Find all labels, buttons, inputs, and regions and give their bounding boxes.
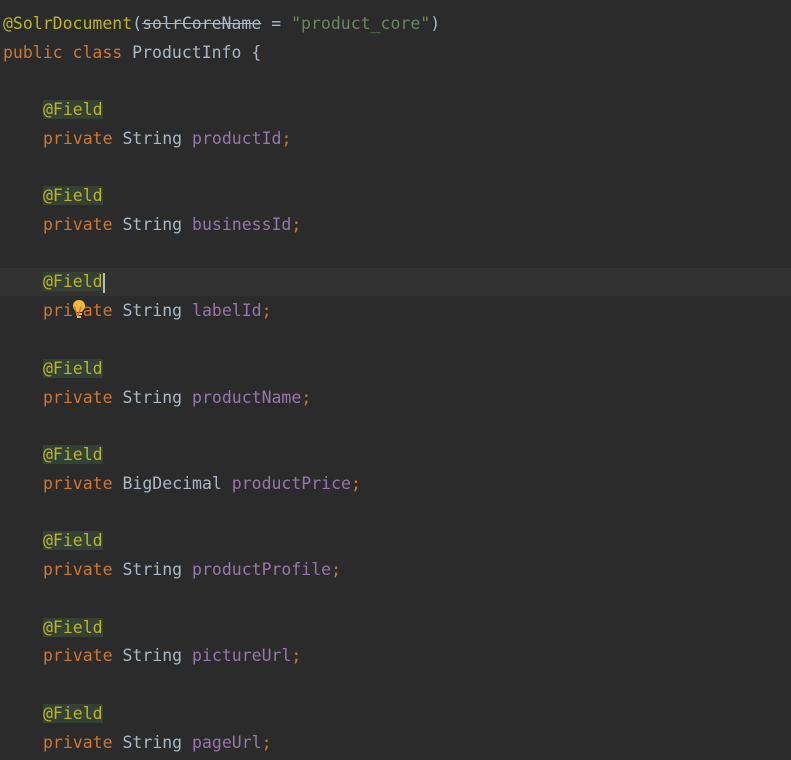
private-keyword: private [43,733,113,752]
field-type: String [122,215,183,234]
field-type: String [122,733,183,752]
field-type: String [122,129,183,148]
code-line-field-annotation[interactable]: @Field [0,182,791,210]
semicolon: ; [281,129,292,148]
code-line-field-declaration[interactable]: private String productProfile; [0,556,791,584]
open-paren: ( [132,14,143,33]
field-type: String [122,560,183,579]
private-keyword: private [43,301,113,320]
code-line-field-annotation-current[interactable]: @Field [0,268,791,318]
field-annotation: @Field [43,445,103,464]
code-line-field-annotation[interactable]: @Field [0,614,791,642]
field-annotation: @Field [43,531,103,550]
semicolon: ; [301,388,312,407]
field-type: String [122,646,183,665]
code-line-field-declaration[interactable]: private String pictureUrl; [0,642,791,670]
code-line-field-annotation[interactable]: @Field [0,700,791,728]
field-type: String [122,301,183,320]
field-name: productPrice [231,474,351,493]
class-name: ProductInfo [132,43,242,62]
code-editor[interactable]: @SolrDocument(solrCoreName = "product_co… [0,0,791,760]
code-line-field-annotation[interactable]: @Field [0,441,791,469]
code-line-field-declaration[interactable]: private String businessId; [0,211,791,239]
equals-sign: = [261,14,292,33]
text-caret [102,272,105,293]
private-keyword: private [43,388,113,407]
field-name: pageUrl [192,733,262,752]
field-type: String [122,388,183,407]
public-keyword: public [3,43,63,62]
field-name: productName [192,388,302,407]
field-name: pictureUrl [192,646,292,665]
solr-core-name-attribute: solrCoreName [142,14,262,33]
code-line-class-declaration[interactable]: public class ProductInfo { [0,39,791,67]
class-keyword: class [72,43,123,62]
code-line-field-declaration[interactable]: private String labelId; [0,297,791,325]
field-annotation: @Field [43,704,103,723]
field-annotation: @Field [43,100,103,119]
code-line-field-declaration[interactable]: private String pageUrl; [0,729,791,757]
private-keyword: private [43,474,113,493]
field-annotation: @Field [43,272,103,291]
field-name: productId [192,129,282,148]
field-name: labelId [192,301,262,320]
code-line-field-declaration[interactable]: private BigDecimal productPrice; [0,470,791,498]
close-paren: ) [430,14,441,33]
semicolon: ; [291,215,302,234]
semicolon: ; [331,560,342,579]
lightbulb-icon[interactable] [11,271,85,318]
private-keyword: private [43,646,113,665]
product-core-string: "product_core" [291,14,431,33]
private-keyword: private [43,560,113,579]
code-line-field-annotation[interactable]: @Field [0,355,791,383]
field-annotation: @Field [43,618,103,637]
code-line-class-annotation[interactable]: @SolrDocument(solrCoreName = "product_co… [0,10,791,38]
code-line-field-annotation[interactable]: @Field [0,96,791,124]
semicolon: ; [350,474,361,493]
private-keyword: private [43,129,113,148]
code-line-field-annotation[interactable]: @Field [0,527,791,555]
field-type: BigDecimal [122,474,222,493]
field-name: businessId [192,215,292,234]
semicolon: ; [261,301,272,320]
code-line-field-declaration[interactable]: private String productName; [0,384,791,412]
semicolon: ; [291,646,302,665]
field-name: productProfile [192,560,332,579]
open-brace: { [251,43,262,62]
field-annotation: @Field [43,186,103,205]
semicolon: ; [261,733,272,752]
code-line-field-declaration[interactable]: private String productId; [0,125,791,153]
field-annotation: @Field [43,359,103,378]
solr-document-annotation: @SolrDocument [3,14,133,33]
private-keyword: private [43,215,113,234]
